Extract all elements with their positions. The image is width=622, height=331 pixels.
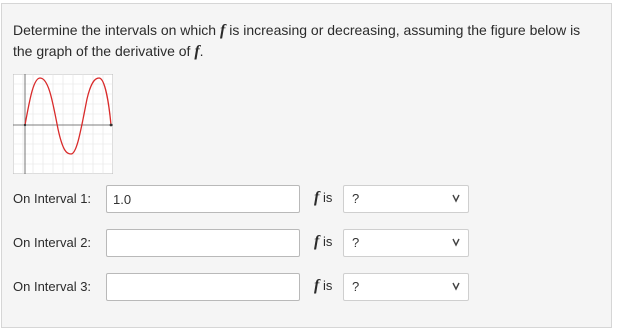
curve-endpoint (109, 123, 113, 127)
question-text: Determine the intervals on which f is in… (13, 20, 603, 62)
interval-2-selected-value: ? (352, 235, 360, 250)
is-text: is (322, 234, 333, 249)
interval-2-input[interactable] (106, 229, 300, 257)
chevron-down-icon (452, 238, 460, 247)
is-text: is (322, 278, 333, 293)
f-is-label-1: f is (314, 189, 332, 207)
interval-1-label: On Interval 1: (13, 191, 92, 206)
interval-2-select[interactable]: ? (343, 229, 469, 257)
interval-1-selected-value: ? (352, 191, 360, 206)
interval-1-input[interactable] (106, 185, 300, 213)
f-is-label-3: f is (314, 277, 332, 295)
curve-startpoint (23, 123, 27, 127)
interval-1-select[interactable]: ? (343, 185, 469, 213)
interval-3-select[interactable]: ? (343, 273, 469, 301)
f-symbol: f (314, 233, 320, 250)
f-is-label-2: f is (314, 233, 332, 251)
question-part-1: Determine the intervals on which (13, 22, 220, 38)
question-panel: Determine the intervals on which f is in… (1, 3, 612, 328)
question-part-3: . (199, 43, 204, 59)
f-symbol: f (314, 189, 320, 206)
is-text: is (322, 190, 333, 205)
derivative-graph (13, 74, 113, 174)
interval-row-1: On Interval 1: f is ? (13, 185, 613, 213)
interval-row-3: On Interval 3: f is ? (13, 273, 613, 301)
chevron-down-icon (452, 282, 460, 291)
chevron-down-icon (452, 194, 460, 203)
interval-row-2: On Interval 2: f is ? (13, 229, 613, 257)
interval-3-input[interactable] (106, 273, 300, 301)
interval-3-selected-value: ? (352, 279, 360, 294)
interval-2-label: On Interval 2: (13, 235, 92, 250)
f-symbol: f (314, 277, 320, 294)
interval-3-label: On Interval 3: (13, 279, 92, 294)
